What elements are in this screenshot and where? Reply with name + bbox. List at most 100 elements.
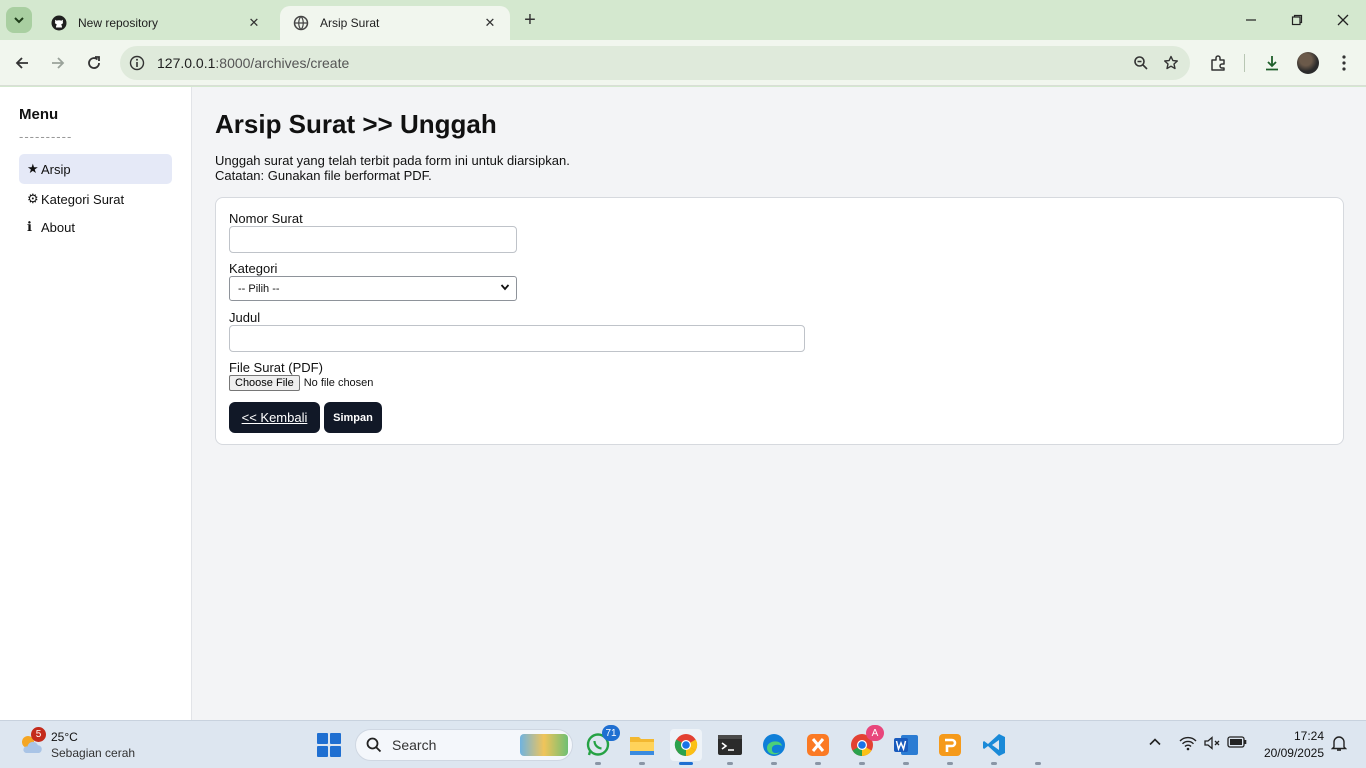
chrome-icon (674, 734, 698, 756)
tab-search-button[interactable] (6, 7, 32, 33)
chrome-profile-app[interactable]: A (846, 725, 884, 765)
zoom-icon[interactable] (1126, 48, 1156, 78)
minimize-icon (1246, 19, 1256, 21)
terminal-app[interactable] (714, 729, 746, 765)
app-indicator (727, 762, 733, 765)
vscode-icon (983, 734, 1005, 756)
volume-muted-icon[interactable] (1203, 735, 1221, 754)
tab-arsip-surat[interactable]: Arsip Surat ✕ (280, 6, 510, 40)
taskbar-search[interactable]: Search (355, 729, 573, 761)
wifi-icon[interactable] (1179, 735, 1197, 754)
kategori-selected-value: -- Pilih -- (238, 282, 280, 295)
tab-strip: New repository ✕ Arsip Surat ✕ + (0, 0, 1366, 40)
judul-input[interactable] (229, 325, 805, 352)
close-icon[interactable]: ✕ (480, 13, 500, 33)
more-menu-icon[interactable] (1330, 49, 1358, 77)
tab-title: Arsip Surat (320, 16, 380, 30)
search-label: Search (392, 737, 437, 753)
reload-button[interactable] (80, 49, 108, 77)
app-indicator (859, 762, 865, 765)
weather-description[interactable]: Sebagian cerah (51, 746, 135, 760)
taskbar: 5 25°C Sebagian cerah Search 71 A 17:24 … (0, 720, 1366, 768)
tab-new-repository[interactable]: New repository ✕ (38, 6, 274, 40)
sidebar-item-about[interactable]: ℹ About (19, 212, 172, 242)
browser-toolbar: 127.0.0.1:8000/archives/create (0, 40, 1366, 86)
close-window-button[interactable] (1320, 6, 1366, 34)
folder-icon (630, 737, 654, 755)
info-icon: ℹ (27, 219, 32, 234)
app-indicator (1035, 762, 1041, 765)
clock-time[interactable]: 17:24 (1276, 729, 1324, 743)
nomor-surat-input[interactable] (229, 226, 517, 253)
notification-bell-icon[interactable] (1330, 734, 1348, 755)
sidebar-item-label: Kategori Surat (41, 191, 125, 207)
app-indicator (947, 762, 953, 765)
site-info-icon[interactable] (127, 53, 147, 73)
arrow-left-icon (15, 57, 28, 69)
toolbar-divider (1244, 54, 1245, 72)
url-text: 127.0.0.1:8000/archives/create (157, 55, 1126, 71)
battery-icon[interactable] (1227, 735, 1247, 752)
pdf-app[interactable] (934, 729, 966, 765)
back-button[interactable] (8, 49, 36, 77)
page-viewport: Menu ---------- ★ Arsip ⚙ Kategori Surat… (0, 87, 1366, 720)
edge-app[interactable] (758, 729, 790, 765)
file-surat-label: File Surat (PDF) (229, 360, 323, 375)
windows-logo-tile (317, 733, 328, 744)
notification-badge: 71 (602, 725, 620, 741)
restore-button[interactable] (1274, 6, 1320, 34)
start-button[interactable] (317, 733, 341, 757)
chevron-down-icon (500, 281, 510, 295)
download-icon[interactable] (1258, 49, 1286, 77)
address-bar[interactable]: 127.0.0.1:8000/archives/create (120, 46, 1190, 80)
chrome-app[interactable] (670, 729, 702, 765)
search-icon (366, 737, 382, 753)
upload-form: Nomor Surat Kategori -- Pilih -- Judul F… (215, 197, 1344, 445)
sidebar-item-arsip[interactable]: ★ Arsip (19, 154, 172, 184)
hidden-app[interactable] (1022, 729, 1054, 765)
file-explorer-app[interactable] (626, 729, 658, 765)
app-indicator (903, 762, 909, 765)
judul-label: Judul (229, 310, 261, 325)
chevron-up-icon[interactable] (1148, 735, 1162, 752)
restore-icon (1291, 14, 1303, 26)
sidebar-item-kategori-surat[interactable]: ⚙ Kategori Surat (19, 184, 172, 214)
description-line: Unggah surat yang telah terbit pada form… (215, 153, 570, 168)
forward-button[interactable] (44, 49, 72, 77)
xampp-app[interactable] (802, 729, 834, 765)
profile-badge: A (866, 725, 884, 741)
chevron-down-icon (14, 17, 24, 24)
arrow-right-icon (52, 57, 65, 69)
extensions-icon[interactable] (1204, 49, 1232, 77)
close-icon[interactable]: ✕ (244, 13, 264, 33)
save-button[interactable]: Simpan (324, 402, 382, 433)
weather-temperature[interactable]: 25°C (51, 730, 78, 744)
back-link-button[interactable]: << Kembali (229, 402, 320, 433)
file-status: No file chosen (303, 377, 374, 389)
sidebar-item-label: About (41, 219, 75, 235)
app-indicator (991, 762, 997, 765)
clock-date[interactable]: 20/09/2025 (1256, 746, 1324, 760)
nomor-surat-label: Nomor Surat (229, 211, 303, 226)
minimize-button[interactable] (1228, 6, 1274, 34)
app-indicator (771, 762, 777, 765)
edge-icon (763, 734, 785, 756)
bookmark-star-icon[interactable] (1156, 48, 1186, 78)
word-app[interactable] (890, 729, 922, 765)
windows-logo-tile (317, 746, 328, 757)
choose-file-button[interactable]: Choose File (229, 375, 300, 391)
page-description: Unggah surat yang telah terbit pada form… (215, 153, 570, 183)
new-tab-button[interactable]: + (518, 8, 542, 32)
kategori-select[interactable]: -- Pilih -- (229, 276, 517, 301)
terminal-icon (718, 735, 742, 755)
github-icon (50, 14, 68, 32)
word-icon (894, 735, 918, 755)
description-note: Catatan: Gunakan file berformat PDF. (215, 168, 432, 183)
tab-title: New repository (78, 16, 159, 30)
profile-avatar[interactable] (1297, 52, 1319, 74)
sidebar: Menu ---------- ★ Arsip ⚙ Kategori Surat… (0, 87, 192, 720)
kategori-label: Kategori (229, 261, 278, 276)
whatsapp-app[interactable]: 71 (582, 725, 620, 765)
vscode-app[interactable] (978, 729, 1010, 765)
page-title: Arsip Surat >> Unggah (215, 109, 497, 139)
